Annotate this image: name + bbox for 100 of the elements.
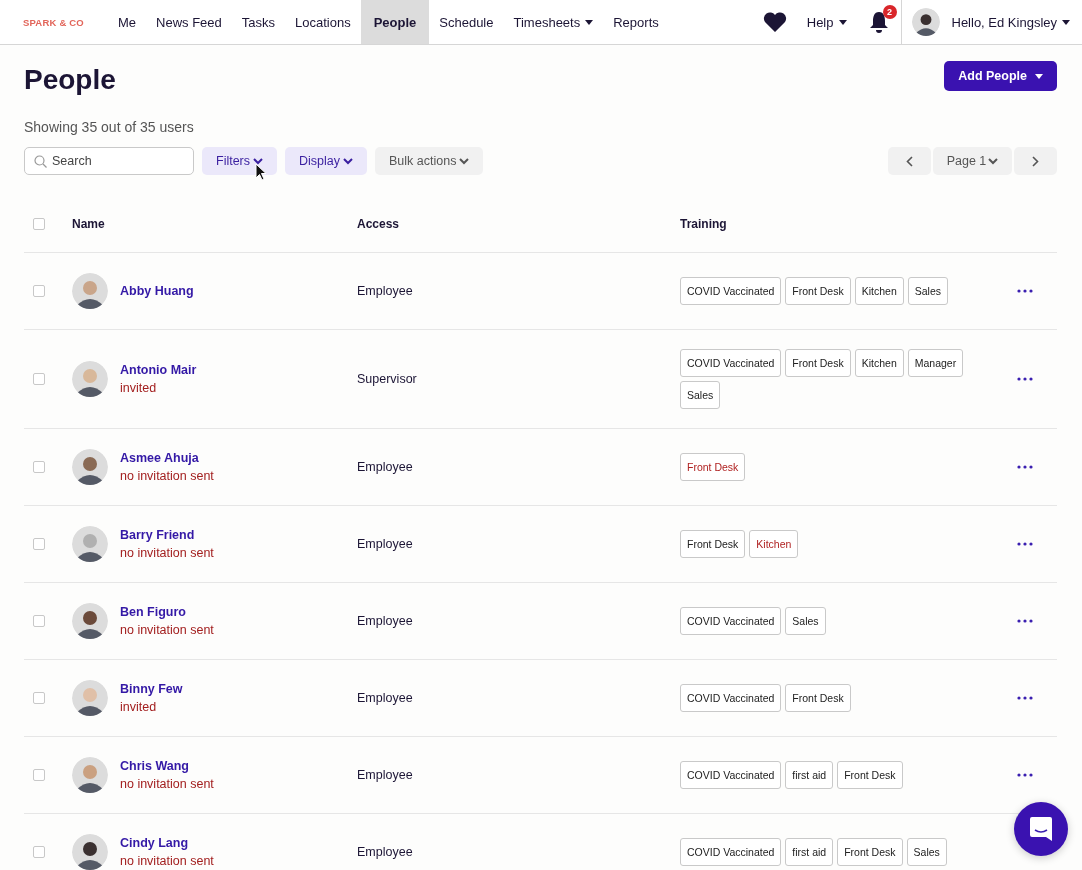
bell-icon[interactable] [868, 11, 889, 33]
training-tag: Kitchen [854, 349, 904, 377]
nav-tab[interactable]: Schedule [429, 0, 504, 44]
more-icon[interactable] [1017, 773, 1033, 777]
more-icon[interactable] [1017, 619, 1033, 623]
page-title: People [24, 63, 116, 97]
toolbar-button[interactable]: Filters [202, 147, 278, 175]
person-name[interactable]: Antonio Mair [120, 363, 197, 377]
help-menu[interactable]: Help [796, 0, 857, 44]
training-tag: Sales [785, 607, 826, 635]
chevron-down-icon [343, 157, 354, 165]
chat-icon [1029, 816, 1053, 842]
invite-status: no invitation sent [120, 469, 214, 483]
training-tag: Front Desk [837, 761, 903, 789]
user-menu[interactable]: Hello, Ed Kingsley [941, 0, 1080, 44]
previous-page-button[interactable] [888, 147, 931, 175]
chat-button[interactable] [1014, 802, 1068, 856]
cursor-icon [255, 163, 267, 181]
nav-tab[interactable]: Timesheets [503, 0, 604, 44]
column-header[interactable]: Training [680, 216, 727, 231]
access-level: Employee [357, 537, 413, 551]
training-tag: Front Desk [837, 838, 903, 866]
row-checkbox[interactable] [33, 692, 45, 704]
person-name[interactable]: Chris Wang [120, 759, 214, 773]
row-checkbox[interactable] [33, 846, 45, 858]
nav-tab[interactable]: Me [107, 0, 146, 44]
training-tag: Kitchen [749, 530, 799, 558]
person-name[interactable]: Binny Few [120, 682, 183, 696]
training-tag: Front Desk [785, 349, 851, 377]
add-people-button[interactable]: Add People [944, 61, 1057, 91]
person-name[interactable]: Cindy Lang [120, 836, 214, 850]
search-field[interactable]: Search [24, 147, 194, 175]
caret-icon [838, 19, 847, 25]
next-page-button[interactable] [1014, 147, 1057, 175]
nav-tab[interactable]: Tasks [231, 0, 285, 44]
chevron-down-icon [253, 157, 264, 165]
training-tag: Manager [907, 349, 964, 377]
caret-icon [1062, 19, 1070, 25]
person-name[interactable]: Asmee Ahuja [120, 451, 214, 465]
row-checkbox[interactable] [33, 615, 45, 627]
training-tag: first aid [785, 761, 834, 789]
more-icon[interactable] [1017, 542, 1033, 546]
column-header[interactable]: Name [72, 216, 105, 231]
training-tag: COVID Vaccinated [680, 838, 782, 866]
training-tag: COVID Vaccinated [680, 684, 782, 712]
access-level: Employee [357, 768, 413, 782]
more-icon[interactable] [1017, 289, 1033, 293]
caret-icon [1035, 73, 1043, 79]
training-tag: Front Desk [680, 530, 746, 558]
training-tag: Front Desk [785, 684, 851, 712]
invite-status: no invitation sent [120, 777, 214, 791]
row-checkbox[interactable] [33, 461, 45, 473]
training-tag: Sales [907, 277, 948, 305]
person-name[interactable]: Abby Huang [120, 284, 194, 298]
invite-status: no invitation sent [120, 623, 214, 637]
row-checkbox[interactable] [33, 285, 45, 297]
access-level: Employee [357, 460, 413, 474]
nav-tab[interactable]: Locations [285, 0, 361, 44]
row-checkbox[interactable] [33, 373, 45, 385]
chevron-down-icon [988, 157, 999, 165]
person-name[interactable]: Barry Friend [120, 528, 214, 542]
user-count: Showing 35 out of 35 users [24, 119, 195, 135]
more-icon[interactable] [1017, 377, 1033, 381]
page-selector[interactable]: Page 1 [933, 147, 1012, 175]
nav-tab[interactable]: News Feed [146, 0, 232, 44]
training-tag: COVID Vaccinated [680, 277, 782, 305]
training-tag: Kitchen [854, 277, 904, 305]
select-all-checkbox[interactable] [33, 217, 45, 230]
row-checkbox[interactable] [33, 538, 45, 550]
training-tag: COVID Vaccinated [680, 349, 782, 377]
chevron-right-icon [1032, 155, 1039, 167]
training-tag: COVID Vaccinated [680, 761, 782, 789]
nav-tab[interactable]: Reports [603, 0, 669, 44]
more-icon[interactable] [1017, 465, 1033, 469]
training-tag: Front Desk [785, 277, 851, 305]
toolbar-button[interactable]: Bulk actions [375, 147, 484, 175]
invite-status: no invitation sent [120, 546, 214, 560]
column-header[interactable]: Access [357, 216, 400, 231]
training-tag: Sales [680, 381, 721, 409]
chevron-down-icon [459, 157, 470, 165]
invite-status: invited [120, 700, 158, 714]
training-tag: COVID Vaccinated [680, 607, 782, 635]
training-tag: Front Desk [680, 453, 746, 481]
training-tag: Sales [906, 838, 947, 866]
training-tag: first aid [785, 838, 834, 866]
access-level: Employee [357, 691, 413, 705]
heart-icon[interactable] [762, 12, 787, 32]
access-level: Employee [357, 614, 413, 628]
nav-tab[interactable]: People [360, 0, 430, 44]
row-checkbox[interactable] [33, 769, 45, 781]
invite-status: no invitation sent [120, 854, 214, 868]
person-name[interactable]: Ben Figuro [120, 605, 214, 619]
access-level: Employee [357, 845, 413, 859]
notification-badge: 2 [882, 5, 897, 19]
toolbar-button[interactable]: Display [285, 147, 368, 175]
access-level: Supervisor [357, 372, 417, 386]
access-level: Employee [357, 284, 413, 298]
brand-logo[interactable]: SPARK & CO [23, 16, 84, 28]
more-icon[interactable] [1017, 696, 1033, 700]
chevron-left-icon [906, 155, 913, 167]
